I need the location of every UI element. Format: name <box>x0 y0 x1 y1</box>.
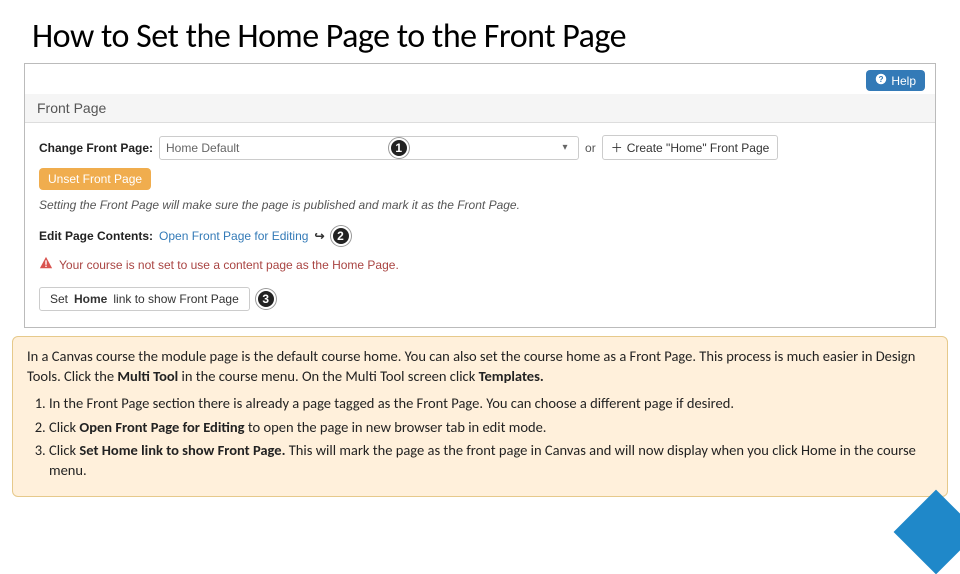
app-screenshot-panel: ? Help Front Page Change Front Page: Hom… <box>24 63 936 328</box>
step2-a: Click <box>49 418 79 436</box>
help-icon: ? <box>875 73 887 88</box>
callout-intro-bold2: Templates. <box>479 367 544 385</box>
instruction-callout: In a Canvas course the module page is th… <box>12 336 948 497</box>
page-title: How to Set the Home Page to the Front Pa… <box>0 0 960 63</box>
change-front-page-row: Change Front Page: Home Default 1 ▾ or ＋… <box>39 131 921 164</box>
edit-page-label: Edit Page Contents: <box>39 229 153 243</box>
edit-page-row: Edit Page Contents: Open Front Page for … <box>39 222 921 250</box>
or-text: or <box>585 141 596 155</box>
list-item: Click Open Front Page for Editing to ope… <box>49 418 933 438</box>
step-badge-3: 3 <box>256 289 276 309</box>
front-page-select-value: Home Default <box>166 141 239 155</box>
svg-text:?: ? <box>879 75 884 84</box>
set-home-bold: Home <box>74 292 107 306</box>
set-home-prefix: Set <box>50 292 68 306</box>
step-badge-1: 1 <box>389 138 409 158</box>
warning-text: Your course is not set to use a content … <box>59 258 399 272</box>
plus-icon: ＋ <box>611 139 623 156</box>
panel-body: Change Front Page: Home Default 1 ▾ or ＋… <box>25 123 935 327</box>
front-page-info-text: Setting the Front Page will make sure th… <box>39 190 921 222</box>
warning-icon <box>39 256 53 273</box>
corner-accent <box>894 490 960 574</box>
change-front-page-label: Change Front Page: <box>39 141 153 155</box>
callout-intro-bold1: Multi Tool <box>117 367 178 385</box>
external-arrow-icon: ↪ <box>314 229 324 243</box>
panel-heading: Front Page <box>25 94 935 123</box>
set-home-suffix: link to show Front Page <box>113 292 238 306</box>
help-label: Help <box>891 74 916 88</box>
unset-front-page-row: Unset Front Page <box>39 164 921 190</box>
callout-intro: In a Canvas course the module page is th… <box>27 347 933 386</box>
step3-b: Set Home link to show Front Page. <box>79 441 285 459</box>
callout-steps: In the Front Page section there is alrea… <box>27 394 933 480</box>
list-item: In the Front Page section there is alrea… <box>49 394 933 414</box>
list-item: Click Set Home link to show Front Page. … <box>49 441 933 480</box>
step2-c: to open the page in new browser tab in e… <box>245 418 547 436</box>
chevron-down-icon: ▾ <box>558 141 572 155</box>
warning-row: Your course is not set to use a content … <box>39 250 921 283</box>
create-home-button[interactable]: ＋ Create "Home" Front Page <box>602 135 779 160</box>
create-home-label: Create "Home" Front Page <box>627 141 770 155</box>
step2-b: Open Front Page for Editing <box>79 418 244 436</box>
front-page-select[interactable]: Home Default 1 ▾ <box>159 136 579 160</box>
open-front-page-link[interactable]: Open Front Page for Editing <box>159 229 308 243</box>
set-home-button[interactable]: Set Home link to show Front Page <box>39 287 250 311</box>
step-badge-2: 2 <box>331 226 351 246</box>
step1-text: In the Front Page section there is alrea… <box>49 394 734 412</box>
step3-a: Click <box>49 441 79 459</box>
help-button[interactable]: ? Help <box>866 70 925 91</box>
callout-intro-b: in the course menu. On the Multi Tool sc… <box>178 367 478 385</box>
set-home-row: Set Home link to show Front Page 3 <box>39 283 921 315</box>
unset-front-page-button[interactable]: Unset Front Page <box>39 168 151 190</box>
